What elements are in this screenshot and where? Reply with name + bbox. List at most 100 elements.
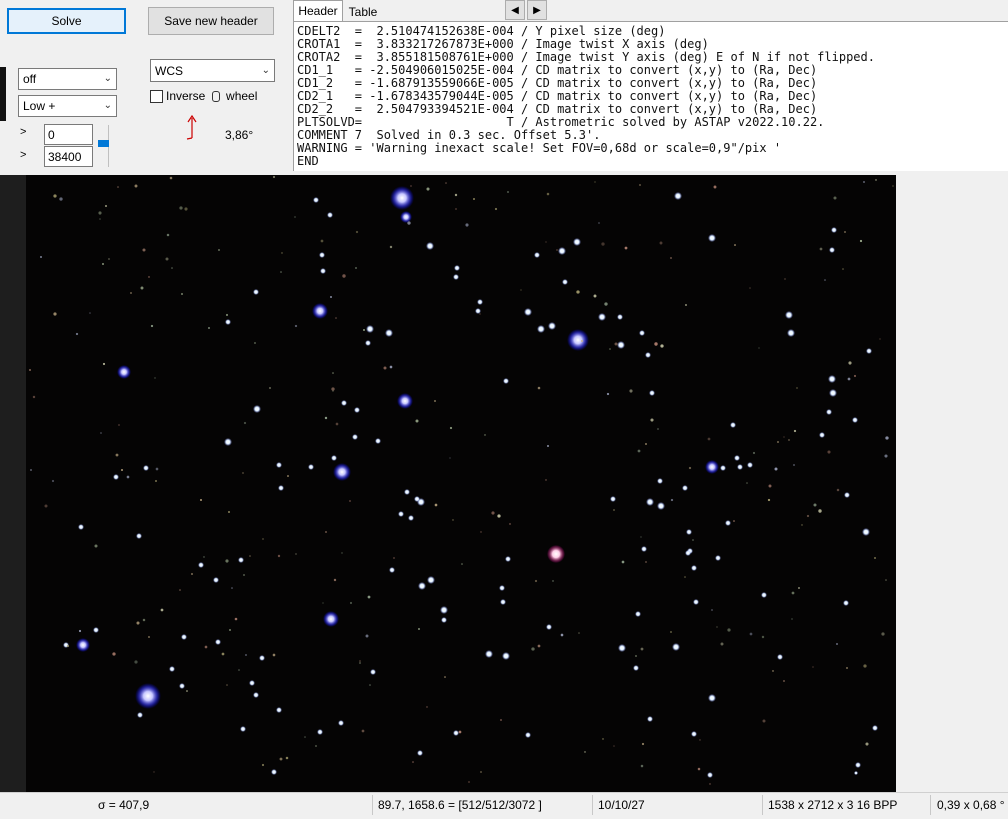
- star: [253, 289, 259, 295]
- quality-select[interactable]: Low + ⌄: [18, 95, 117, 117]
- star: [480, 771, 482, 773]
- projection-select[interactable]: WCS ⌄: [150, 59, 275, 82]
- star: [556, 249, 558, 251]
- star: [240, 726, 246, 732]
- star: [491, 511, 495, 515]
- star: [885, 579, 887, 581]
- star: [472, 197, 476, 201]
- star: [44, 504, 48, 508]
- star: [320, 268, 326, 274]
- star: [341, 400, 347, 406]
- star: [831, 227, 837, 233]
- star: [319, 252, 325, 258]
- image-viewer-left-margin: [0, 175, 26, 792]
- star: [76, 638, 90, 652]
- star: [645, 561, 647, 563]
- star: [238, 557, 244, 563]
- max-value-input[interactable]: 38400: [44, 146, 93, 167]
- inverse-label-text: Inverse: [166, 89, 206, 103]
- star: [418, 628, 420, 630]
- star: [224, 438, 232, 446]
- status-dimensions: 1538 x 2712 x 3 16 BPP: [768, 798, 898, 812]
- star: [645, 352, 651, 358]
- star: [654, 342, 658, 346]
- mouse-icon: [211, 91, 220, 103]
- star: [787, 329, 795, 337]
- star: [279, 757, 283, 761]
- star: [166, 233, 170, 237]
- star: [225, 313, 229, 317]
- star: [269, 387, 271, 389]
- star: [271, 769, 277, 775]
- star: [198, 562, 204, 568]
- fits-header-text[interactable]: CDELT2 = 2.510474152638E-004 / Y pixel s…: [293, 21, 1008, 171]
- star: [393, 557, 395, 559]
- star: [629, 389, 633, 393]
- slider-thumb[interactable]: [98, 140, 109, 147]
- tab-header[interactable]: Header: [293, 0, 343, 21]
- star: [243, 574, 245, 576]
- quality-select-value: Low +: [23, 99, 56, 113]
- star: [342, 274, 346, 278]
- star: [383, 366, 387, 370]
- star: [228, 511, 230, 513]
- star: [688, 466, 692, 470]
- save-new-header-button[interactable]: Save new header: [148, 7, 274, 35]
- chevron-down-icon: ⌄: [103, 99, 112, 111]
- star: [670, 257, 672, 259]
- star: [829, 389, 837, 397]
- star: [833, 196, 837, 200]
- star: [126, 475, 130, 479]
- star: [791, 591, 795, 595]
- star: [545, 479, 547, 481]
- status-divider: [592, 795, 593, 815]
- level-slider[interactable]: [98, 125, 112, 167]
- star: [609, 348, 611, 350]
- star-field-image[interactable]: [26, 175, 896, 792]
- star: [558, 247, 566, 255]
- star: [844, 231, 846, 233]
- star: [117, 365, 131, 379]
- star: [801, 524, 803, 526]
- star: [684, 576, 686, 578]
- star: [761, 635, 765, 639]
- star: [137, 712, 143, 718]
- star: [685, 304, 687, 306]
- star: [657, 502, 665, 510]
- inverse-wheel-checkbox[interactable]: [150, 90, 163, 103]
- star: [104, 204, 108, 208]
- star: [758, 347, 760, 349]
- min-value-input[interactable]: 0: [44, 124, 93, 145]
- star: [500, 719, 502, 721]
- star: [148, 276, 150, 278]
- star: [692, 539, 694, 541]
- star: [142, 618, 146, 622]
- solve-button[interactable]: Solve: [7, 8, 126, 34]
- star: [117, 186, 119, 188]
- star: [762, 719, 766, 723]
- star: [635, 655, 637, 657]
- status-date: 10/10/27: [598, 798, 645, 812]
- tab-scroll-right-button[interactable]: ▶: [527, 0, 547, 20]
- star: [225, 319, 231, 325]
- stretch-select[interactable]: off ⌄: [18, 68, 117, 90]
- star: [624, 246, 628, 250]
- tab-table[interactable]: Table: [343, 1, 383, 22]
- chevron-down-icon: ⌄: [261, 64, 270, 76]
- star: [843, 600, 849, 606]
- star: [154, 377, 156, 379]
- star: [325, 531, 327, 533]
- star: [313, 197, 319, 203]
- star: [153, 771, 155, 773]
- star: [441, 617, 447, 623]
- star: [578, 632, 580, 634]
- star: [249, 680, 255, 686]
- star: [848, 361, 852, 365]
- star: [885, 436, 889, 440]
- tab-scroll-left-button[interactable]: ◀: [505, 0, 525, 20]
- header-line: WARNING = 'Warning inexact scale! Set FO…: [297, 141, 782, 155]
- star: [879, 338, 881, 340]
- star: [142, 248, 146, 252]
- star: [640, 764, 644, 768]
- star: [480, 531, 482, 533]
